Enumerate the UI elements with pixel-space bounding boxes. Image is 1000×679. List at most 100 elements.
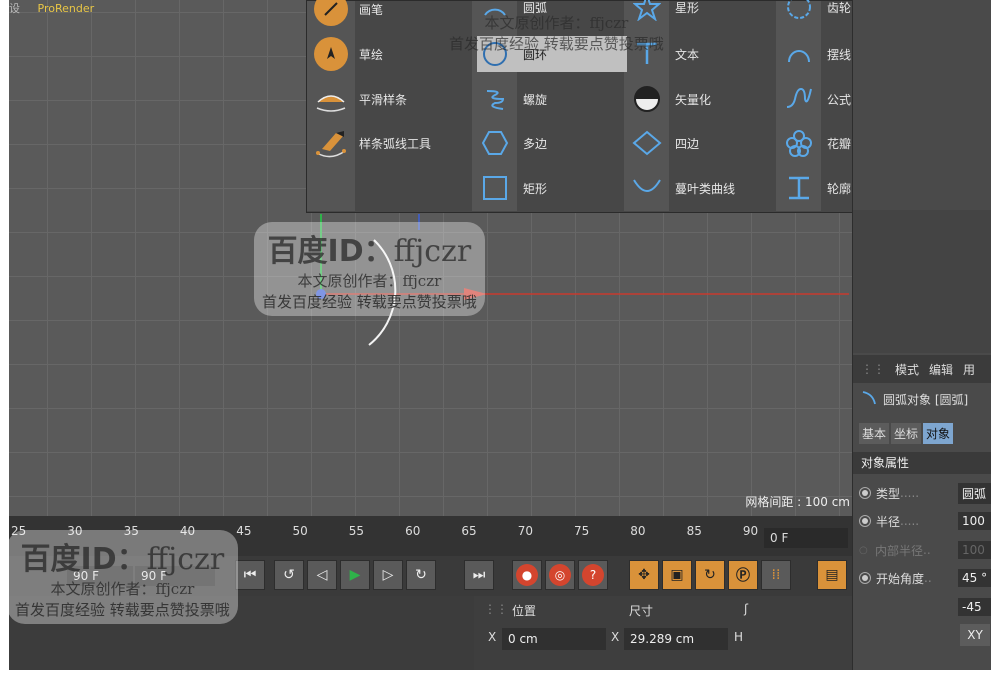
keyframe-help-button[interactable]: ? [578,560,608,590]
prop-start-angle[interactable]: 开始角度 .. 45 ° [859,567,991,589]
cog-wheel-icon [781,0,817,25]
tool-label: 文本 [675,47,700,62]
tool-cycloid[interactable]: 摆线 [781,36,851,72]
tool-label: 齿轮 [827,0,852,15]
prop-value[interactable]: 圆弧 [958,482,991,504]
coordinate-manager: ⋮⋮ 位置 尺寸 ʃ X 0 cm X 29.289 cm H [474,596,852,670]
rotate-key-button[interactable]: ↻ [695,560,725,590]
cycloid-icon [781,36,817,72]
timeline-tick-label: 80 [630,524,646,538]
prop-end-angle[interactable]: -45 [859,596,991,618]
play-icon: ▶ [349,567,361,583]
transport-bar: 90 F 90 F ⏮ ↺ ◁ ▶ ▷ ↻ ⏭ ● ◎ ? ✥ ▣ ↻ Ⓟ ⁞⁞… [9,556,852,596]
tool-four-side[interactable]: 四边 [629,125,699,161]
tool-polygon[interactable]: 多边 [477,125,547,161]
tool-profile[interactable]: 轮廓 [781,170,851,206]
spline-arc-tool-icon [313,125,349,161]
tool-vectorizer[interactable]: 矢量化 [629,81,711,117]
tool-text[interactable]: 文本 [629,36,699,72]
object-title-text: 圆弧对象 [圆弧] [883,393,969,407]
tab-object[interactable]: 对象 [923,423,954,444]
record-button[interactable]: ● [512,560,542,590]
tool-cog-wheel[interactable]: 齿轮 [781,0,851,25]
param-key-button[interactable]: Ⓟ [728,560,758,590]
tool-helix[interactable]: 螺旋 [477,81,547,117]
tool-pen[interactable]: 画笔 [313,0,383,27]
prop-type[interactable]: 类型 ..... 圆弧 [859,482,991,504]
tool-label: 花瓣 [827,136,852,151]
tool-arc[interactable]: 圆弧 [477,0,547,25]
position-label: 位置 [512,604,537,618]
tool-circle[interactable]: 圆环 [477,36,627,72]
object-origin [316,289,326,299]
scale-key-button[interactable]: ▣ [662,560,692,590]
prop-radius[interactable]: 半径 ..... 100 [859,510,991,532]
prev-frame-button[interactable]: ◁ [307,560,337,590]
timeline-tick-label: 30 [67,524,83,538]
tool-label: 螺旋 [523,92,548,107]
tool-flower[interactable]: 花瓣 [781,125,851,161]
tool-formula[interactable]: 公式 [781,81,851,117]
prev-key-button[interactable]: ↺ [274,560,304,590]
prop-value[interactable]: 45 ° [958,569,991,587]
timeline-tick-label: 35 [123,524,139,538]
xy-plane-button[interactable]: XY [960,624,990,646]
text-icon [629,36,665,72]
tool-spline-arc[interactable]: 样条弧线工具 [313,125,431,161]
size-x-field[interactable]: 29.289 cm [624,628,728,650]
section-object-properties: 对象属性 [853,452,991,474]
prop-value[interactable]: 100 [958,512,991,530]
start-frame-field[interactable]: 90 F [67,566,133,586]
prop-value[interactable]: -45 [958,598,991,616]
radio-icon[interactable] [859,515,871,527]
film-icon: ▤ [825,567,839,583]
end-frame-field[interactable]: 90 F [135,566,215,586]
object-title: 圆弧对象 [圆弧] [861,390,968,409]
tab-coord[interactable]: 坐标 [891,423,922,444]
tool-star[interactable]: 星形 [629,0,699,25]
pla-key-button[interactable]: ⁞⁞ [761,560,791,590]
radio-icon[interactable] [859,572,871,584]
tool-sketch[interactable]: 草绘 [313,36,383,72]
attribute-menu: ⋮⋮ 模式 编辑 用 [853,355,991,383]
next-frame-button[interactable]: ▷ [373,560,403,590]
menu-edit[interactable]: 编辑 [929,361,953,378]
record-icon: ● [516,564,538,586]
rot-h-label: H [734,630,744,644]
goto-start-button[interactable]: ⏮ [235,560,265,590]
pos-x-field[interactable]: 0 cm [502,628,606,650]
next-key-button[interactable]: ↻ [406,560,436,590]
tab-basic[interactable]: 基本 [859,423,890,444]
circle-icon [477,36,513,72]
filmstrip-button[interactable]: ▤ [817,560,847,590]
radio-icon[interactable] [859,487,871,499]
tool-label: 多边 [523,136,548,151]
tool-label: 平滑样条 [359,92,408,107]
tool-label: 蔓叶类曲线 [675,181,736,196]
disabled-radio-icon: ○ [859,544,868,556]
arc-object-icon [861,390,877,409]
x-axis-arrow [464,288,487,300]
prop-label: 半径 [876,514,901,529]
four-side-icon [629,125,665,161]
menu-mode[interactable]: 模式 [895,361,919,378]
play-button[interactable]: ▶ [340,560,370,590]
size-x-label: X [611,630,620,644]
tool-cissoid[interactable]: 蔓叶类曲线 [629,170,735,206]
goto-end-button[interactable]: ⏭ [464,560,494,590]
timeline[interactable]: 25 30 35 40 45 50 55 60 65 70 75 80 85 90 0 F [9,516,852,556]
tool-smooth-spline[interactable]: 平滑样条 [313,81,407,117]
timeline-tick-label: 40 [179,524,196,538]
smooth-spline-icon [313,81,349,117]
tool-label: 四边 [675,136,700,151]
next-key-icon: ↻ [415,567,427,583]
tool-rectangle[interactable]: 矩形 [477,170,547,206]
rotation-label: ʃ [744,602,749,616]
pen-brush-icon [313,0,349,27]
move-key-button[interactable]: ✥ [629,560,659,590]
coord-header: ⋮⋮ 位置 尺寸 ʃ [474,596,852,622]
timeline-tick-label: 90 [742,524,759,538]
menu-user[interactable]: 用 [963,361,975,378]
auto-key-button[interactable]: ◎ [545,560,575,590]
current-frame-field[interactable]: 0 F [764,528,848,548]
